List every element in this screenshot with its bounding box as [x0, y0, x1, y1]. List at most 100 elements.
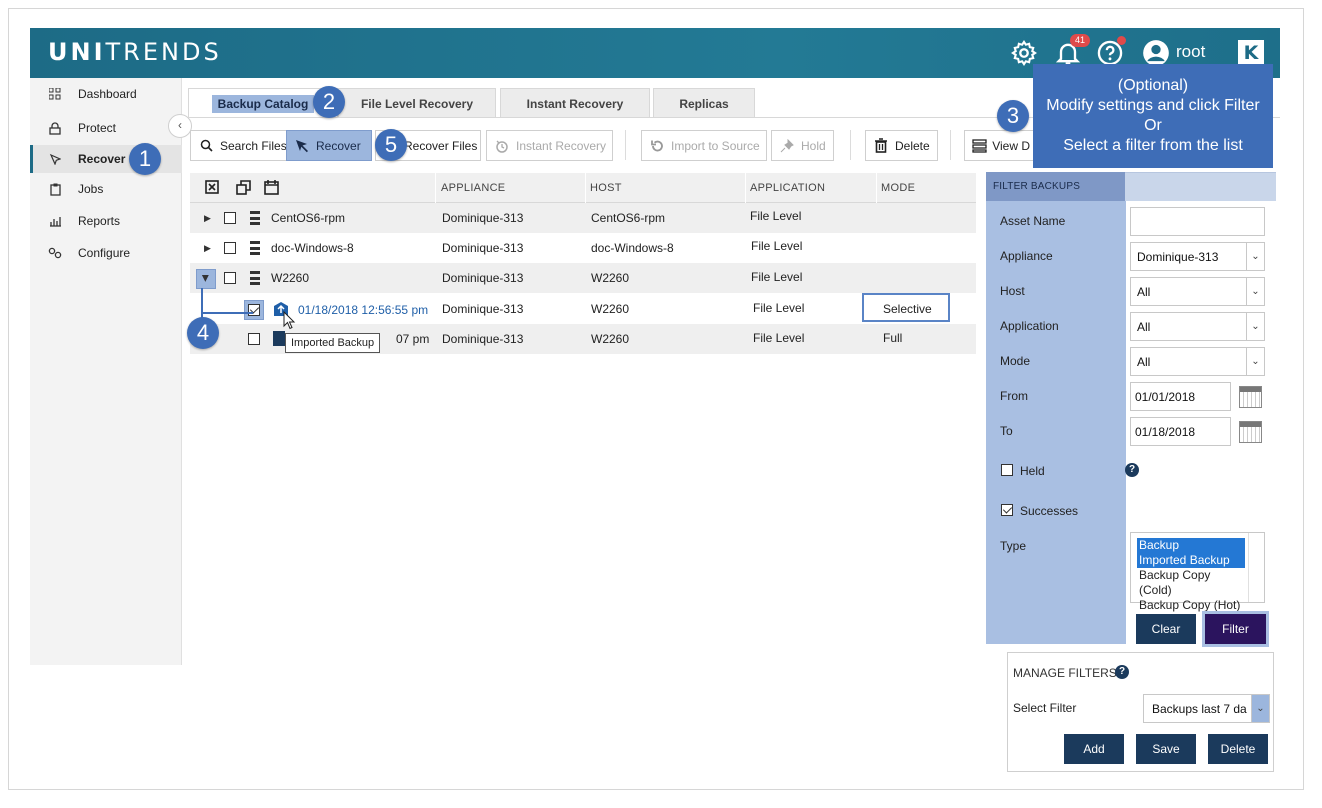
column-header-appliance[interactable]: APPLIANCE	[441, 182, 505, 194]
host-cell: CentOS6-rpm	[591, 211, 666, 225]
asset-name: CentOS6-rpm	[271, 211, 346, 225]
backup-link[interactable]: 01/18/2018 12:56:55 pm	[298, 303, 428, 317]
row-checkbox[interactable]	[248, 333, 260, 345]
chevron-down-icon: ⌄	[1246, 278, 1264, 305]
column-divider	[435, 173, 436, 203]
backup-file-icon	[273, 331, 285, 346]
from-label: From	[1000, 389, 1028, 403]
column-header-host[interactable]: HOST	[590, 182, 622, 194]
unitrends-logo: UNITRENDS	[48, 38, 222, 66]
type-option[interactable]: Backup	[1137, 538, 1245, 553]
held-label: Held	[1020, 464, 1045, 478]
held-checkbox[interactable]	[1001, 464, 1013, 476]
recover-button[interactable]: Recover	[286, 130, 372, 161]
mode-select[interactable]: All ⌄	[1130, 347, 1265, 376]
pin-icon	[778, 138, 796, 153]
table-row[interactable]: 01/18/2018 12:56:55 pm Dominique-313 W22…	[190, 294, 976, 324]
callout-5: 5	[375, 129, 407, 161]
application-select[interactable]: All ⌄	[1130, 312, 1265, 341]
server-icon	[250, 211, 260, 225]
calendar-picker-icon[interactable]	[1239, 421, 1262, 443]
to-label: To	[1000, 424, 1013, 438]
filter-button[interactable]: Filter	[1202, 611, 1269, 647]
sidebar-item-configure[interactable]: Configure	[30, 239, 182, 267]
calendar-icon[interactable]	[264, 179, 279, 198]
column-header-mode[interactable]: MODE	[881, 182, 915, 194]
filter-label-column	[986, 172, 1126, 644]
expand-arrow-icon[interactable]: ▶	[204, 243, 211, 254]
type-option[interactable]: Imported Backup	[1137, 553, 1245, 568]
kaseya-logo[interactable]: K	[1238, 40, 1264, 66]
asset-name: 07 pm	[396, 332, 430, 346]
mode-highlight-box	[862, 293, 950, 322]
question-icon[interactable]: ?	[1115, 665, 1129, 679]
row-checkbox[interactable]	[248, 304, 260, 316]
table-row[interactable]: ▶ CentOS6-rpm Dominique-313 CentOS6-rpm …	[190, 203, 976, 233]
table-row[interactable]: ▶ W2260 Dominique-313 W2260 File Level	[190, 263, 976, 293]
table-row[interactable]: ▶ doc-Windows-8 Dominique-313 doc-Window…	[190, 233, 976, 263]
tab-instant-recovery[interactable]: Instant Recovery	[500, 88, 650, 118]
successes-checkbox[interactable]	[1001, 504, 1013, 516]
appliance-select[interactable]: Dominique-313 ⌄	[1130, 242, 1265, 271]
select-filter-dropdown[interactable]: Backups last 7 da ⌄	[1143, 694, 1270, 723]
asset-name-label: Asset Name	[1000, 214, 1066, 228]
search-files-button[interactable]: Search Files	[190, 130, 294, 161]
callout-1: 1	[129, 143, 161, 175]
cursor-icon	[48, 152, 62, 166]
question-icon[interactable]: ?	[1125, 463, 1139, 477]
grid-icon	[48, 87, 62, 101]
recover-arrow-icon	[293, 138, 311, 154]
view-button[interactable]: View D	[964, 130, 1036, 161]
from-date-input[interactable]: 01/01/2018	[1130, 382, 1231, 411]
column-header-application[interactable]: APPLICATION	[750, 182, 825, 194]
callout-4: 4	[187, 317, 219, 349]
add-filter-button[interactable]: Add	[1064, 734, 1124, 764]
application-label: Application	[1000, 319, 1059, 333]
host-cell: W2260	[591, 302, 630, 316]
import-to-source-button[interactable]: Import to Source	[641, 130, 767, 161]
callout-2: 2	[313, 86, 345, 118]
type-option[interactable]: Backup Copy (Hot)	[1137, 598, 1245, 613]
help-alert-dot	[1117, 36, 1126, 45]
chevron-down-icon: ⌄	[1246, 243, 1264, 270]
save-filter-button[interactable]: Save	[1136, 734, 1196, 764]
tab-replicas[interactable]: Replicas	[653, 88, 755, 118]
to-date-input[interactable]: 01/18/2018	[1130, 417, 1231, 446]
calendar-picker-icon[interactable]	[1239, 386, 1262, 408]
gear-icon[interactable]	[1010, 39, 1038, 67]
user-name[interactable]: root	[1176, 42, 1205, 62]
row-checkbox[interactable]	[224, 212, 236, 224]
clear-selection-icon[interactable]	[205, 180, 219, 197]
appliance-cell: Dominique-313	[442, 241, 524, 255]
asset-name-input[interactable]	[1130, 207, 1265, 236]
application-cell: File Level	[751, 270, 803, 284]
row-checkbox[interactable]	[224, 242, 236, 254]
expand-arrow-icon[interactable]: ▶	[204, 213, 211, 224]
clear-button[interactable]: Clear	[1136, 614, 1196, 644]
sidebar-item-reports[interactable]: Reports	[30, 207, 182, 235]
sidebar-item-label: Recover	[78, 152, 126, 166]
host-select[interactable]: All ⌄	[1130, 277, 1265, 306]
type-listbox[interactable]: Backup Imported Backup Backup Copy (Cold…	[1130, 532, 1265, 612]
row-checkbox[interactable]	[224, 272, 236, 284]
sidebar-item-dashboard[interactable]: Dashboard	[30, 80, 182, 108]
instant-recovery-button[interactable]: Instant Recovery	[486, 130, 614, 161]
undo-icon	[648, 139, 666, 153]
collapse-all-icon[interactable]	[236, 180, 251, 198]
appliance-label: Appliance	[1000, 249, 1053, 263]
tab-file-level-recovery[interactable]: File Level Recovery	[338, 88, 496, 118]
notification-badge: 41	[1070, 34, 1090, 47]
chart-icon	[48, 214, 62, 228]
sidebar-item-jobs[interactable]: Jobs	[30, 175, 182, 203]
sidebar-item-protect[interactable]: Protect	[30, 114, 182, 142]
delete-filter-button[interactable]: Delete	[1208, 734, 1268, 764]
delete-button[interactable]: Delete	[865, 130, 938, 161]
mode-cell: Full	[883, 331, 903, 345]
instruction-box: (Optional) Modify settings and click Fil…	[1033, 64, 1273, 168]
listbox-scrollbar[interactable]	[1248, 533, 1264, 602]
search-icon	[197, 139, 215, 152]
collapse-arrow-icon[interactable]: ▶	[200, 275, 211, 282]
user-avatar-icon[interactable]	[1142, 39, 1170, 67]
hold-button[interactable]: Hold	[771, 130, 834, 161]
type-option[interactable]: Backup Copy (Cold)	[1137, 568, 1245, 598]
